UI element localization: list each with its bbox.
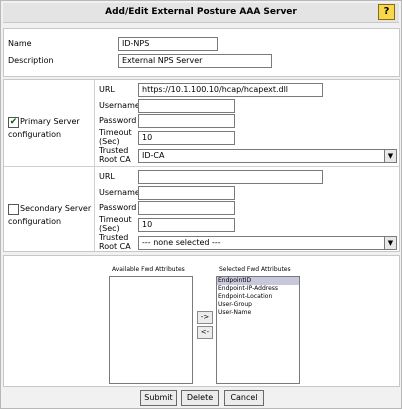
secondary-ca-label-2: Root CA <box>99 242 131 251</box>
primary-label-line2: configuration <box>8 130 62 139</box>
add-attribute-button[interactable]: -> <box>197 311 213 324</box>
selected-attributes-list[interactable]: EndpointID Endpoint-IP-Address Endpoint-… <box>216 276 300 384</box>
name-label: Name <box>8 39 32 48</box>
dialog-window: Add/Edit External Posture AAA Server ? N… <box>0 0 402 409</box>
name-field[interactable]: ID-NPS <box>118 37 218 51</box>
secondary-password-label: Password <box>99 203 137 212</box>
primary-username-label: Username <box>99 101 140 110</box>
primary-timeout-label-1: Timeout <box>99 128 132 137</box>
secondary-url-field[interactable] <box>138 170 323 184</box>
primary-label-line1: Primary Server <box>20 117 80 126</box>
list-item[interactable]: User-Group <box>217 301 299 309</box>
primary-timeout-label-2: (Sec) <box>99 137 120 146</box>
secondary-ca-value: --- none selected --- <box>142 238 221 247</box>
secondary-ca-label-1: Trusted <box>99 233 129 242</box>
secondary-checkbox[interactable] <box>8 204 19 215</box>
chevron-down-icon: ▼ <box>384 150 396 162</box>
primary-password-label: Password <box>99 116 137 125</box>
secondary-username-field[interactable] <box>138 186 235 200</box>
description-field[interactable]: External NPS Server <box>118 54 272 68</box>
primary-timeout-field[interactable]: 10 <box>138 131 235 145</box>
primary-url-label: URL <box>99 85 115 94</box>
primary-ca-label-1: Trusted <box>99 146 129 155</box>
secondary-url-label: URL <box>99 172 115 181</box>
primary-username-field[interactable] <box>138 99 235 113</box>
available-attributes-label: Available Fwd Attributes <box>112 266 185 273</box>
secondary-username-label: Username <box>99 188 140 197</box>
delete-button[interactable]: Delete <box>181 390 219 406</box>
primary-ca-label-2: Root CA <box>99 155 131 164</box>
submit-button[interactable]: Submit <box>140 390 177 406</box>
list-item[interactable]: User-Name <box>217 309 299 317</box>
cancel-button[interactable]: Cancel <box>224 390 264 406</box>
help-icon[interactable]: ? <box>378 4 395 20</box>
selected-attributes-label: Selected Fwd Attributes <box>219 266 291 273</box>
list-item[interactable]: Endpoint-Location <box>217 293 299 301</box>
remove-attribute-button[interactable]: <- <box>197 326 213 339</box>
description-label: Description <box>8 56 54 65</box>
list-item[interactable]: Endpoint-IP-Address <box>217 285 299 293</box>
primary-checkbox[interactable]: ✔ <box>8 117 19 128</box>
dialog-title: Add/Edit External Posture AAA Server <box>105 7 297 17</box>
general-panel: Name ID-NPS Description External NPS Ser… <box>3 28 400 77</box>
secondary-timeout-label-1: Timeout <box>99 215 132 224</box>
secondary-label-line1: Secondary Server <box>20 204 92 213</box>
secondary-password-field[interactable] <box>138 201 235 215</box>
chevron-down-icon: ▼ <box>384 237 396 249</box>
primary-password-field[interactable] <box>138 114 235 128</box>
primary-url-field[interactable]: https://10.1.100.10/hcap/hcapext.dll <box>138 83 323 97</box>
primary-ca-select[interactable]: ID-CA ▼ <box>138 149 397 163</box>
primary-ca-value: ID-CA <box>142 151 165 160</box>
available-attributes-list[interactable] <box>109 276 193 384</box>
list-item[interactable]: EndpointID <box>217 277 299 285</box>
secondary-ca-select[interactable]: --- none selected --- ▼ <box>138 236 397 250</box>
title-bar: Add/Edit External Posture AAA Server ? <box>3 3 399 23</box>
server-config-panel: ✔ Primary Server configuration URL https… <box>3 79 400 252</box>
secondary-timeout-label-2: (Sec) <box>99 224 120 233</box>
attributes-panel: Available Fwd Attributes -> <- Selected … <box>3 255 400 387</box>
secondary-timeout-field[interactable]: 10 <box>138 218 235 232</box>
secondary-label-line2: configuration <box>8 217 62 226</box>
